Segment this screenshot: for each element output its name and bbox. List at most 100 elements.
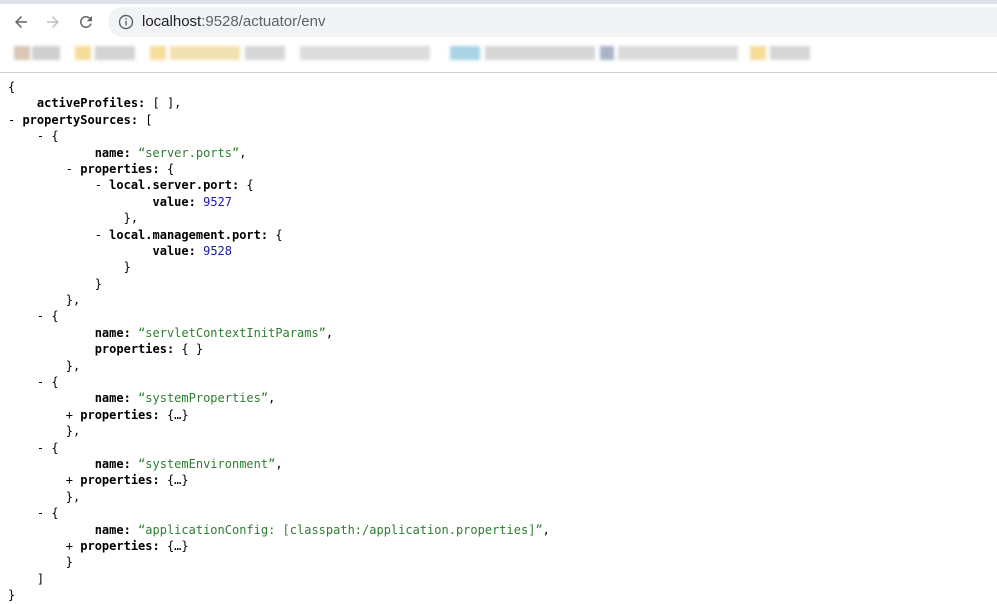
expand-toggle[interactable]: + (66, 408, 80, 422)
json-key: properties: (80, 161, 160, 176)
json-number-value: 9527 (203, 194, 232, 209)
collapse-toggle[interactable]: - (37, 506, 51, 520)
json-line: - { (8, 440, 988, 456)
json-key: name: (94, 456, 131, 471)
json-line: ] (8, 571, 988, 587)
bookmark-label[interactable] (95, 46, 135, 60)
json-key: value: (152, 243, 196, 258)
json-line: name: “systemProperties”, (8, 390, 988, 406)
json-line: value: 9527 (8, 194, 988, 210)
json-punctuation (131, 146, 138, 160)
json-line: name: “servletContextInitParams”, (8, 325, 988, 341)
collapse-toggle[interactable]: - (95, 178, 109, 192)
bookmark-icon[interactable] (750, 46, 766, 60)
json-punctuation: {…} (159, 538, 189, 553)
bookmark-icon[interactable] (450, 46, 480, 60)
back-button[interactable] (9, 10, 33, 34)
json-key: propertySources: (22, 112, 139, 127)
json-punctuation: } (123, 260, 131, 275)
url-text[interactable]: localhost:9528/actuator/env (142, 13, 325, 30)
info-icon[interactable] (118, 14, 134, 30)
json-key: name: (94, 145, 131, 160)
json-punctuation: , (239, 145, 247, 160)
json-punctuation: , (275, 456, 283, 471)
json-punctuation (196, 195, 203, 209)
json-key: activeProfiles: (36, 96, 146, 111)
bookmark-label[interactable] (618, 46, 738, 60)
arrow-right-icon (47, 16, 59, 28)
json-line: properties: { } (8, 341, 988, 357)
json-punctuation: { (8, 80, 16, 94)
json-key: value: (152, 194, 196, 209)
json-punctuation (131, 326, 138, 340)
bookmark-label[interactable] (32, 46, 60, 60)
json-punctuation: { (268, 227, 283, 242)
json-line: - local.server.port: { (8, 177, 988, 193)
collapse-toggle[interactable]: - (37, 441, 51, 455)
json-line: } (8, 587, 988, 603)
expand-toggle[interactable]: + (66, 539, 80, 553)
json-line: { (8, 79, 988, 95)
bookmark-label[interactable] (170, 46, 240, 60)
json-line: - local.management.port: { (8, 227, 988, 243)
bookmarks-bar (0, 40, 997, 72)
url-host: localhost (142, 13, 202, 30)
collapse-toggle[interactable]: - (66, 162, 80, 176)
json-key: local.management.port: (109, 227, 269, 242)
json-string-value: “systemEnvironment” (138, 456, 276, 471)
json-punctuation: }, (65, 358, 81, 373)
json-punctuation: [ ], (145, 96, 182, 111)
json-line: name: “applicationConfig: [classpath:/ap… (8, 522, 988, 538)
bookmark-label[interactable] (485, 46, 595, 60)
collapse-toggle[interactable]: - (37, 375, 51, 389)
bookmark-icon[interactable] (150, 46, 166, 60)
json-punctuation: { } (174, 342, 204, 357)
json-key: name: (94, 522, 131, 537)
json-punctuation: {…} (159, 407, 189, 422)
bookmark-label[interactable] (300, 46, 430, 60)
json-key: local.server.port: (109, 178, 240, 193)
collapse-toggle[interactable]: - (95, 228, 109, 242)
json-number-value: 9528 (203, 243, 232, 258)
json-line: + properties: {…} (8, 407, 988, 423)
json-punctuation (131, 391, 138, 405)
json-line: value: 9528 (8, 243, 988, 259)
collapse-toggle[interactable]: - (8, 113, 22, 127)
bookmark-icon[interactable] (600, 46, 614, 60)
toolbar-divider (0, 72, 997, 73)
json-line: }, (8, 423, 988, 439)
json-punctuation: }, (123, 211, 139, 226)
forward-button[interactable] (41, 10, 65, 34)
json-string-value: “applicationConfig: [classpath:/applicat… (138, 522, 543, 537)
json-punctuation: { (51, 440, 59, 455)
json-punctuation (131, 523, 138, 537)
json-punctuation (196, 244, 203, 258)
expand-toggle[interactable]: + (66, 473, 80, 487)
bookmark-label[interactable] (245, 46, 285, 60)
address-bar[interactable]: localhost:9528/actuator/env (108, 7, 997, 37)
json-line: }, (8, 358, 988, 374)
json-punctuation: }, (65, 424, 81, 439)
reload-button[interactable] (74, 10, 98, 34)
json-string-value: “servletContextInitParams” (138, 325, 326, 340)
json-punctuation: {…} (159, 473, 189, 488)
reload-icon (80, 15, 92, 28)
json-line: - { (8, 128, 988, 144)
json-punctuation: }, (65, 489, 81, 504)
bookmark-icon[interactable] (14, 46, 30, 60)
json-line: - properties: { (8, 161, 988, 177)
bookmark-label[interactable] (770, 46, 810, 60)
json-string-value: “systemProperties” (138, 391, 269, 406)
json-punctuation: }, (65, 293, 81, 308)
collapse-toggle[interactable]: - (37, 129, 51, 143)
json-line: + properties: {…} (8, 538, 988, 554)
json-punctuation: { (51, 129, 59, 144)
json-key: name: (94, 391, 131, 406)
collapse-toggle[interactable]: - (37, 309, 51, 323)
json-punctuation: } (8, 588, 16, 603)
json-line: }, (8, 210, 988, 226)
bookmark-icon[interactable] (75, 46, 91, 60)
json-key: properties: (80, 473, 160, 488)
json-string-value: “server.ports” (138, 145, 240, 160)
json-punctuation (131, 457, 138, 471)
